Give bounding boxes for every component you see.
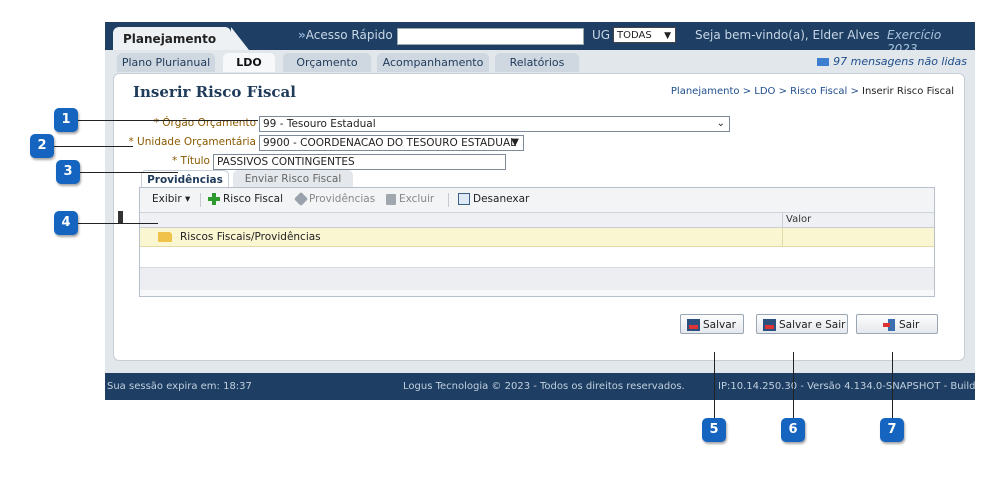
callout-marker-2: 2 xyxy=(30,134,54,158)
tab-relatorios[interactable]: Relatórios xyxy=(495,53,579,72)
floppy-disk-icon xyxy=(687,319,700,331)
table-row-empty xyxy=(140,247,934,268)
version-text: IP:10.14.250.30 - Versão 4.134.0-SNAPSHO… xyxy=(718,381,975,392)
breadcrumb-path[interactable]: Planejamento > LDO > Risco Fiscal > xyxy=(671,86,862,97)
toolbar-divider xyxy=(200,193,201,207)
salvar-button[interactable]: Salvar xyxy=(680,314,744,334)
welcome-text: Seja bem-vindo(a), Elder Alves xyxy=(695,28,880,42)
page-title: Inserir Risco Fiscal xyxy=(133,83,296,101)
callout-line-5 xyxy=(714,352,715,418)
desanexar-button[interactable]: Desanexar xyxy=(458,193,529,205)
grid-footer xyxy=(140,268,934,290)
callout-marker-3: 3 xyxy=(56,160,80,184)
session-timer: Sua sessão expira em: 18:37 xyxy=(107,381,252,392)
plus-icon xyxy=(208,193,220,205)
chevron-down-icon: ▼ xyxy=(511,137,519,148)
callout-marker-5: 5 xyxy=(702,418,726,442)
grid-toolbar: Exibir ▾ Risco Fiscal Providências Exclu… xyxy=(140,188,934,213)
top-bar: Planejamento »Acesso Rápido UG TODAS ▼ Se… xyxy=(105,22,975,56)
subtab-bar: Plano Plurianual LDO Orçamento Acompanha… xyxy=(105,50,975,72)
double-chevron-icon: » xyxy=(298,28,306,42)
tag-icon xyxy=(293,191,309,207)
folder-icon xyxy=(158,232,172,242)
column-divider xyxy=(782,228,783,246)
envelope-icon xyxy=(817,58,830,66)
excluir-label: Excluir xyxy=(399,193,435,205)
tab-orcamento[interactable]: Orçamento xyxy=(283,53,371,72)
content-area: Plano Plurianual LDO Orçamento Acompanha… xyxy=(105,50,975,373)
ug-select-value: TODAS xyxy=(617,30,652,41)
exit-icon xyxy=(883,319,896,331)
callout-line-3 xyxy=(80,172,178,173)
chevron-down-icon: ⌄ xyxy=(716,118,725,129)
collapse-handle-icon[interactable] xyxy=(118,211,123,223)
titulo-label: * Título xyxy=(171,155,210,167)
orgao-value: 99 - Tesouro Estadual xyxy=(263,118,376,130)
grid-header: Valor xyxy=(140,213,934,228)
desanexar-label: Desanexar xyxy=(473,193,530,205)
ug-label: UG xyxy=(592,28,611,42)
breadcrumb-current: Inserir Risco Fiscal xyxy=(862,86,954,97)
callout-line-2 xyxy=(53,146,133,147)
main-panel: Inserir Risco Fiscal Planejamento > LDO … xyxy=(113,73,965,361)
callout-line-6 xyxy=(793,352,794,418)
column-divider xyxy=(782,213,783,227)
add-risco-fiscal-label: Risco Fiscal xyxy=(223,193,284,205)
unidade-label: * Unidade Orçamentária xyxy=(128,136,256,148)
callout-line-4 xyxy=(78,223,158,224)
add-risco-fiscal-button[interactable]: Risco Fiscal xyxy=(208,193,283,205)
callout-marker-4: 4 xyxy=(54,211,78,235)
sair-label: Sair xyxy=(899,319,920,331)
unidade-value: 9900 - COORDENACAO DO TESOURO ESTADUAL xyxy=(263,137,516,149)
unidade-select[interactable]: 9900 - COORDENACAO DO TESOURO ESTADUAL ▼ xyxy=(259,135,524,151)
breadcrumb: Planejamento > LDO > Risco Fiscal > Inse… xyxy=(671,86,954,97)
table-row[interactable]: Riscos Fiscais/Providências xyxy=(140,228,934,247)
tab-acompanhamento[interactable]: Acompanhamento xyxy=(377,53,489,72)
toolbar-divider xyxy=(448,193,449,207)
quick-access-input[interactable] xyxy=(397,28,584,45)
orgao-select[interactable]: 99 - Tesouro Estadual ⌄ xyxy=(259,116,730,132)
quick-access-text: Acesso Rápido xyxy=(305,28,393,42)
callout-marker-7: 7 xyxy=(880,418,904,442)
tab-enviar-risco-fiscal[interactable]: Enviar Risco Fiscal xyxy=(233,170,353,188)
salvar-label: Salvar xyxy=(703,319,736,331)
providencias-label: Providências xyxy=(309,193,376,205)
callout-line-7 xyxy=(892,352,893,418)
providencias-button[interactable]: Providências xyxy=(293,191,376,207)
footer-bar: Sua sessão expira em: 18:37 Logus Tecnol… xyxy=(105,373,975,400)
providencias-grid-box: Exibir ▾ Risco Fiscal Providências Exclu… xyxy=(139,187,935,297)
chevron-down-icon: ▼ xyxy=(664,31,671,41)
quick-access-label[interactable]: »Acesso Rápido xyxy=(298,28,393,42)
ug-select[interactable]: TODAS ▼ xyxy=(613,27,676,43)
column-header-valor[interactable]: Valor xyxy=(786,214,811,225)
row-label: Riscos Fiscais/Providências xyxy=(180,231,321,243)
titulo-input[interactable]: PASSIVOS CONTINGENTES xyxy=(213,154,506,170)
callout-marker-1: 1 xyxy=(54,108,78,132)
tab-ldo[interactable]: LDO xyxy=(223,53,275,72)
caret-down-icon: ▾ xyxy=(185,193,191,205)
excluir-button[interactable]: Excluir xyxy=(386,193,434,205)
exibir-menu[interactable]: Exibir ▾ xyxy=(152,193,190,205)
callout-marker-6: 6 xyxy=(781,418,805,442)
trash-icon xyxy=(386,193,396,205)
app-window: Planejamento »Acesso Rápido UG TODAS ▼ Se… xyxy=(105,22,975,400)
salvar-e-sair-label: Salvar e Sair xyxy=(779,319,846,331)
tab-plano-plurianual[interactable]: Plano Plurianual xyxy=(117,53,215,72)
salvar-e-sair-button[interactable]: Salvar e Sair xyxy=(756,314,848,334)
orgao-label: * Órgão Orçamento xyxy=(153,117,256,129)
callout-line-1 xyxy=(78,120,258,121)
sair-button[interactable]: Sair xyxy=(856,314,938,334)
messages-link[interactable]: 97 mensagens não lidas xyxy=(817,55,967,68)
messages-text: 97 mensagens não lidas xyxy=(833,55,967,68)
exibir-label: Exibir xyxy=(152,193,182,205)
floppy-disk-icon xyxy=(763,319,776,331)
main-tab-planejamento[interactable]: Planejamento xyxy=(113,27,249,50)
detach-icon xyxy=(458,193,470,205)
copyright-text: Logus Tecnologia © 2023 - Todos os direi… xyxy=(403,381,685,392)
